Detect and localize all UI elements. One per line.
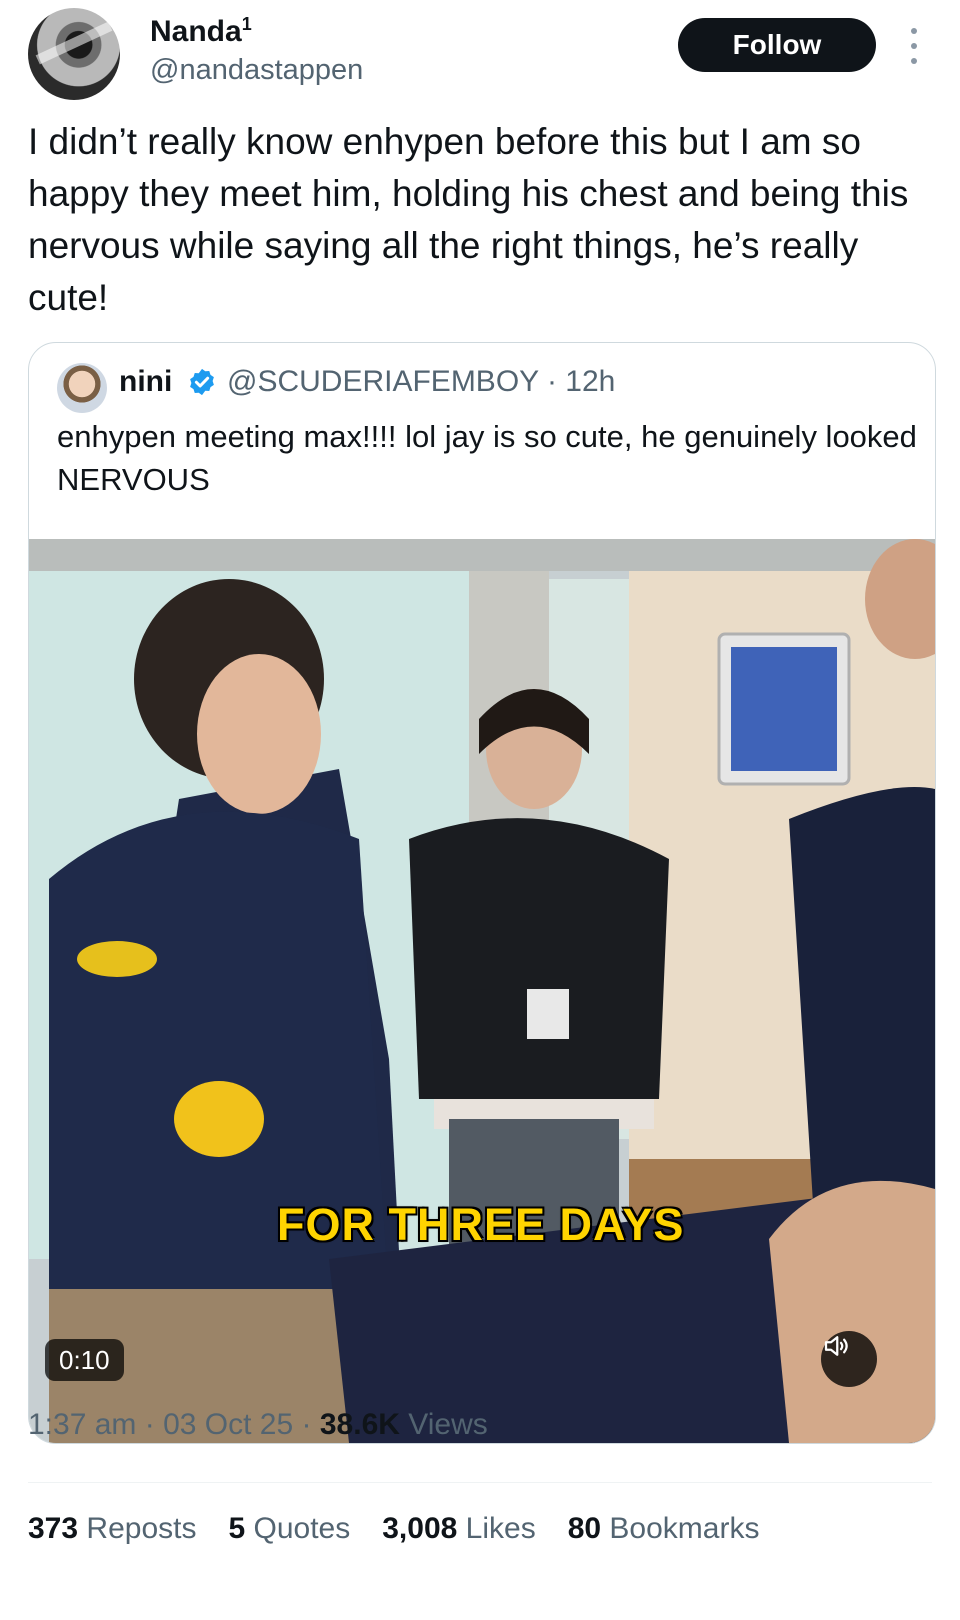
quoted-author-avatar[interactable] xyxy=(57,363,107,413)
tweet-time[interactable]: 1:37 am xyxy=(28,1408,136,1441)
author-handle[interactable]: @nandastappen xyxy=(150,54,363,87)
video-frame xyxy=(29,539,935,1443)
verified-badge-icon xyxy=(190,368,214,396)
views-count: 38.6K xyxy=(319,1408,400,1441)
tweet-date[interactable]: 03 Oct 25 xyxy=(163,1408,293,1441)
video-caption: FOR THREE DAYS xyxy=(277,1199,685,1250)
speaker-icon[interactable] xyxy=(821,1331,877,1387)
quoted-tweet-card[interactable]: nini @SCUDERIAFEMBOY · 12h enhypen meeti… xyxy=(28,342,936,1444)
likes-stat[interactable]: 3,008 Likes xyxy=(382,1512,535,1546)
video-player[interactable]: FOR THREE DAYS 0:10 xyxy=(29,539,935,1443)
quoted-author-name[interactable]: nini xyxy=(119,365,172,399)
quoted-tweet-text: enhypen meeting max!!!! lol jay is so cu… xyxy=(57,419,917,497)
tweet-text: I didn’t really know enhypen before this… xyxy=(28,121,909,318)
video-duration: 0:10 xyxy=(45,1339,124,1381)
tweet-timestamp-views[interactable]: 1:37 am · 03 Oct 25 · 38.6K Views xyxy=(28,1408,488,1442)
views-label: Views xyxy=(408,1408,488,1441)
author-display-name[interactable]: Nanda1 xyxy=(150,14,252,49)
meta-separator: · xyxy=(301,1408,312,1441)
engagement-stats: 373 Reposts 5 Quotes 3,008 Likes 80 Book… xyxy=(28,1512,759,1546)
name-superscript: 1 xyxy=(241,14,252,34)
follow-button[interactable]: Follow xyxy=(678,18,876,72)
quotes-stat[interactable]: 5 Quotes xyxy=(228,1512,350,1546)
author-avatar[interactable] xyxy=(28,8,120,100)
quoted-author-handle-time[interactable]: @SCUDERIAFEMBOY · 12h xyxy=(227,365,615,399)
reposts-stat[interactable]: 373 Reposts xyxy=(28,1512,196,1546)
bookmarks-stat[interactable]: 80 Bookmarks xyxy=(568,1512,760,1546)
divider xyxy=(28,1482,932,1483)
more-vertical-icon[interactable] xyxy=(904,28,924,64)
meta-separator: · xyxy=(144,1408,155,1441)
